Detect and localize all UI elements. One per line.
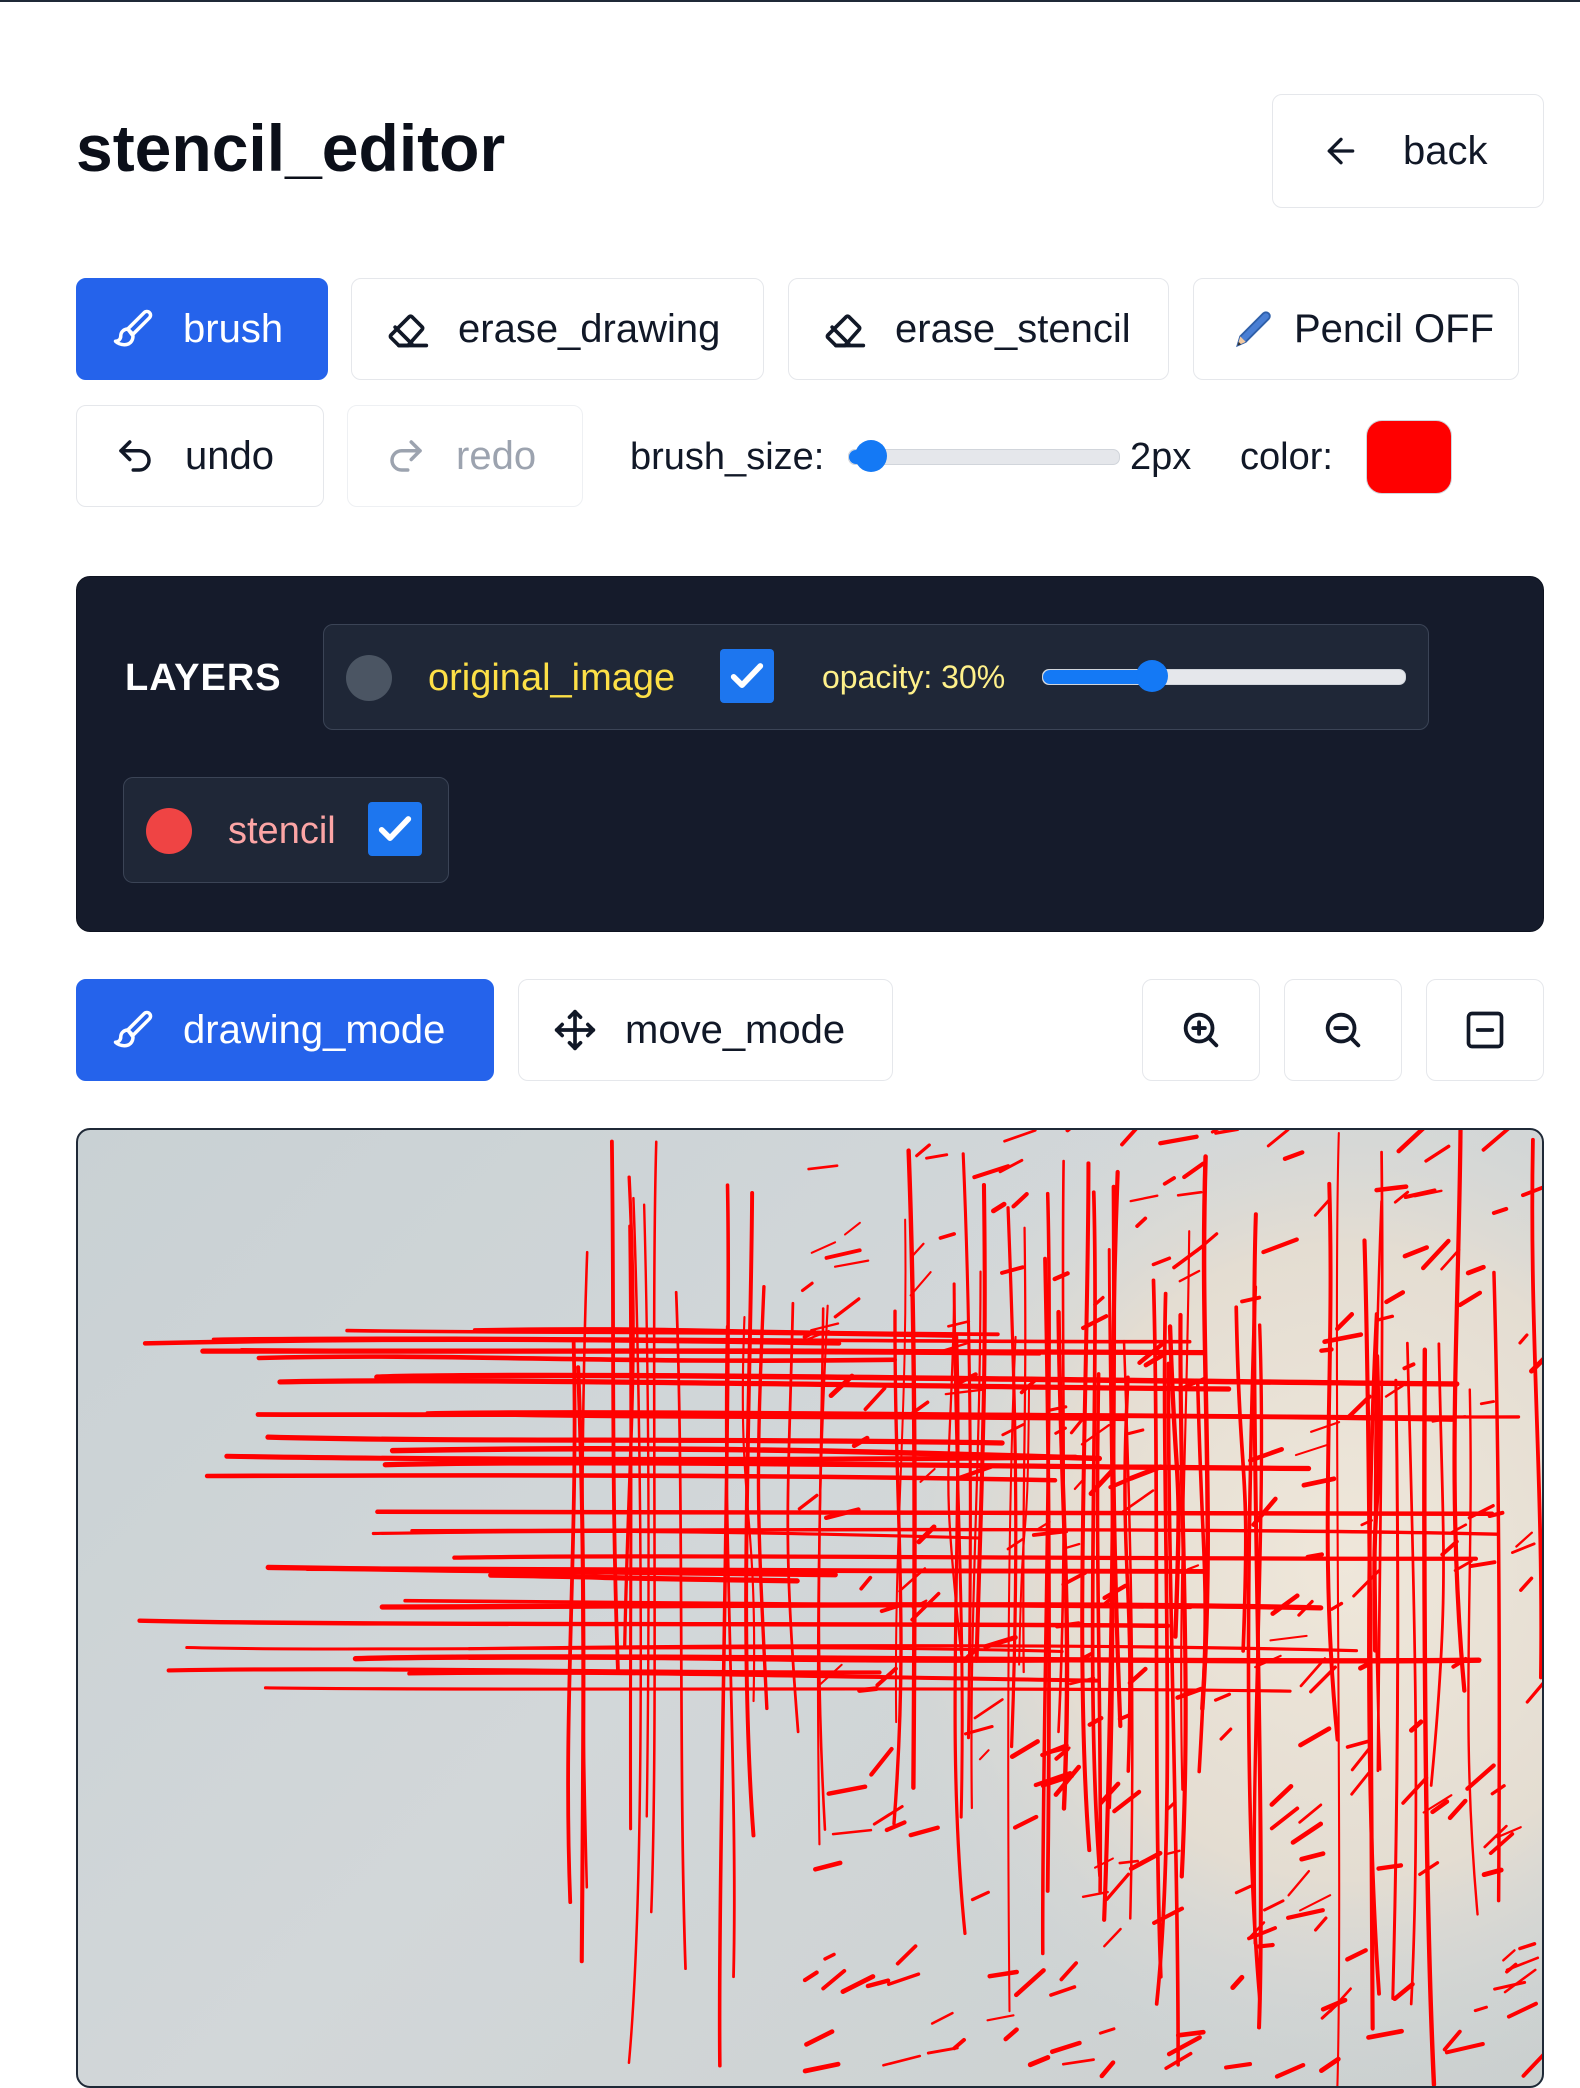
brush-label: brush xyxy=(183,307,283,352)
move-mode-button[interactable]: move_mode xyxy=(518,979,893,1081)
erase-drawing-label: erase_drawing xyxy=(458,307,720,352)
brush-icon xyxy=(111,307,155,351)
stencil-stroke xyxy=(377,1512,1492,1514)
stencil-stroke xyxy=(578,1367,583,1961)
stencil-stroke xyxy=(1308,1555,1322,1558)
brush-button[interactable]: brush xyxy=(76,278,328,380)
undo-icon xyxy=(113,434,157,478)
opacity-slider[interactable] xyxy=(1042,669,1406,685)
undo-button[interactable]: undo xyxy=(76,405,324,507)
zoom-in-icon xyxy=(1178,1007,1224,1053)
zoom-out-icon xyxy=(1320,1007,1366,1053)
zoom-out-button[interactable] xyxy=(1284,979,1402,1081)
stencil-stroke xyxy=(1178,2032,1203,2035)
page-title: stencil_editor xyxy=(76,110,505,186)
layer-name: stencil xyxy=(228,810,336,853)
brush-size-slider[interactable] xyxy=(848,449,1120,465)
move-icon xyxy=(553,1008,597,1052)
brush-size-value: 2px xyxy=(1130,436,1191,479)
layer-color-dot xyxy=(146,808,192,854)
check-icon xyxy=(375,809,415,849)
layer-color-dot xyxy=(346,655,392,701)
eraser-icon xyxy=(823,307,867,351)
drawing-mode-button[interactable]: drawing_mode xyxy=(76,979,494,1081)
stencil-stroke xyxy=(568,1341,575,1902)
eraser-icon xyxy=(386,307,430,351)
brush-size-thumb[interactable] xyxy=(855,440,887,472)
stencil-stroke xyxy=(1057,1624,1079,1627)
stencil-stroke xyxy=(382,1605,1320,1608)
opacity-thumb[interactable] xyxy=(1136,660,1168,692)
color-picker[interactable] xyxy=(1366,420,1452,494)
color-label: color: xyxy=(1240,436,1333,479)
back-button[interactable]: back xyxy=(1272,94,1544,208)
redo-button[interactable]: redo xyxy=(347,405,583,507)
pencil-icon xyxy=(1232,307,1276,351)
arrow-left-icon xyxy=(1319,129,1363,173)
stencil-stroke xyxy=(454,1556,1476,1558)
stencil-stroke xyxy=(1321,1349,1331,1350)
opacity-label: opacity: 30% xyxy=(822,659,1005,696)
layer-name: original_image xyxy=(428,657,675,700)
redo-label: redo xyxy=(456,434,536,479)
stencil-stroke xyxy=(630,1226,631,1829)
minus-square-icon xyxy=(1463,1008,1507,1052)
stencil-stroke xyxy=(1259,1945,1273,1947)
redo-icon xyxy=(384,434,428,478)
layer-original-image[interactable]: original_image opacity: 30% xyxy=(323,624,1429,730)
check-icon xyxy=(727,656,767,696)
stencil-stroke xyxy=(1379,1865,1401,1868)
pencil-toggle-button[interactable]: Pencil OFF xyxy=(1193,278,1519,380)
pencil-label: Pencil OFF xyxy=(1294,307,1494,352)
layer-visibility-checkbox[interactable] xyxy=(368,802,422,856)
zoom-in-button[interactable] xyxy=(1142,979,1260,1081)
layer-stencil[interactable]: stencil xyxy=(123,777,449,883)
brush-icon xyxy=(111,1008,155,1052)
layer-visibility-checkbox[interactable] xyxy=(720,649,774,703)
erase-stencil-button[interactable]: erase_stencil xyxy=(788,278,1169,380)
drawing-mode-label: drawing_mode xyxy=(183,1008,445,1053)
layers-panel: LAYERS original_image opacity: 30% stenc… xyxy=(76,576,1544,932)
drawing-canvas[interactable] xyxy=(76,1128,1544,2088)
erase-stencil-label: erase_stencil xyxy=(895,307,1131,352)
stencil-stroke xyxy=(145,1340,839,1344)
layers-title: LAYERS xyxy=(125,657,282,700)
brush-size-label: brush_size: xyxy=(630,436,824,479)
erase-drawing-button[interactable]: erase_drawing xyxy=(351,278,764,380)
fit-view-button[interactable] xyxy=(1426,979,1544,1081)
stencil-stroke xyxy=(612,1142,618,1673)
move-mode-label: move_mode xyxy=(625,1008,845,1053)
top-border xyxy=(0,0,1580,2)
canvas-drawing-layer xyxy=(78,1130,1544,2088)
undo-label: undo xyxy=(185,434,274,479)
back-label: back xyxy=(1403,129,1488,174)
stencil-stroke xyxy=(860,1689,877,1691)
